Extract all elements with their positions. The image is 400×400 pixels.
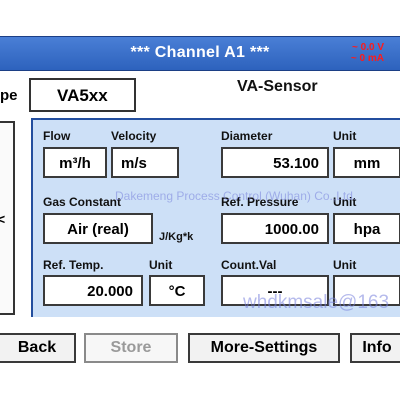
count-unit-label: Unit	[333, 258, 357, 272]
more-settings-button[interactable]: More-Settings	[188, 333, 340, 363]
pressure-unit-field[interactable]: hpa	[333, 213, 400, 244]
diameter-unit-label: Unit	[333, 129, 357, 143]
ref-temp-label: Ref. Temp.	[43, 258, 104, 272]
sensor-type-field[interactable]: VA5xx	[29, 78, 136, 112]
chevron-left-icon: <	[0, 211, 6, 227]
info-button[interactable]: Info	[350, 333, 400, 363]
ref-pressure-label: Ref. Pressure	[221, 195, 299, 209]
flow-unit-field[interactable]: m³/h	[43, 147, 107, 178]
settings-panel: Flow Velocity Diameter Unit m³/h m/s 53.…	[31, 118, 400, 317]
gas-constant-unit: J/Kg*k	[159, 231, 194, 243]
window-title: *** Channel A1 ***	[130, 44, 270, 61]
channel-title-bar: *** Channel A1 *** ~ 0.0 V ~ 0 mA	[0, 36, 400, 71]
sensor-name: VA-Sensor	[237, 78, 318, 95]
gas-constant-field[interactable]: Air (real)	[43, 213, 153, 244]
store-button[interactable]: Store	[84, 333, 178, 363]
velocity-label: Velocity	[111, 129, 157, 143]
status-current: ~ 0 mA	[350, 53, 384, 64]
pressure-unit-label: Unit	[333, 195, 357, 209]
temp-unit-field[interactable]: °C	[149, 275, 205, 306]
ref-pressure-field[interactable]: 1000.00	[221, 213, 329, 244]
count-unit-field[interactable]	[333, 275, 400, 306]
type-label: pe	[0, 87, 18, 104]
diameter-label: Diameter	[221, 129, 273, 143]
back-button[interactable]: Back	[0, 333, 76, 363]
ref-temp-field[interactable]: 20.000	[43, 275, 143, 306]
gas-constant-label: Gas Constant	[43, 195, 122, 209]
temp-unit-label: Unit	[149, 258, 173, 272]
diameter-field[interactable]: 53.100	[221, 147, 329, 178]
flow-label: Flow	[43, 129, 71, 143]
velocity-unit-field[interactable]: m/s	[111, 147, 179, 178]
left-side-panel[interactable]: <	[0, 121, 15, 315]
status-voltage: ~ 0.0 V	[352, 42, 384, 53]
count-val-label: Count.Val	[221, 258, 277, 272]
count-val-field[interactable]: ---	[221, 275, 329, 306]
button-bar: Back Store More-Settings Info	[0, 324, 400, 374]
diameter-unit-field[interactable]: mm	[333, 147, 400, 178]
